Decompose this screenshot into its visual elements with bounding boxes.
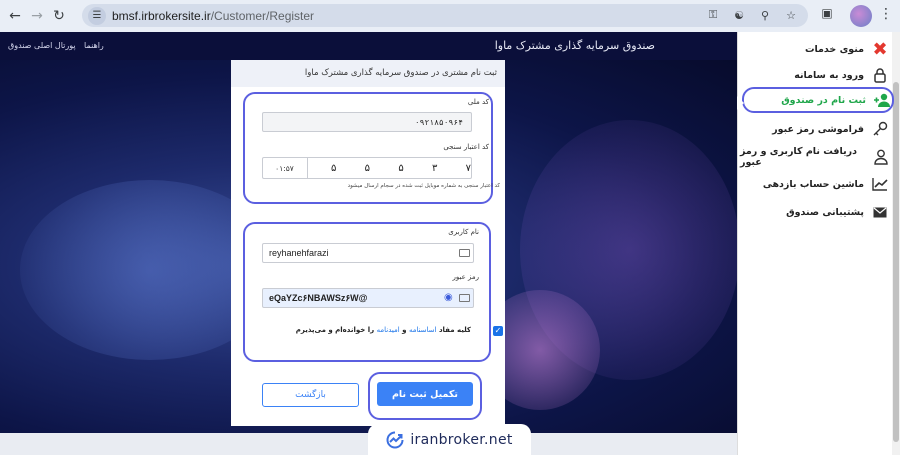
back-button[interactable]: بازگشت <box>262 383 359 407</box>
user-icon <box>872 147 890 167</box>
prospectus-link[interactable]: امیدنامه <box>377 326 400 334</box>
forward-arrow-icon[interactable]: → <box>26 5 48 27</box>
extensions-icon[interactable]: ▣ <box>818 6 836 24</box>
sidebar-item-get-credentials[interactable]: دریافت نام کاربری و رمز عبور <box>740 144 890 170</box>
password-input[interactable]: eQaYZc۶NBAWSz۶W@ <box>262 288 474 308</box>
watermark-badge: iranbroker.net <box>368 424 531 455</box>
browser-toolbar: ← → ↻ ☰ bmsf.irbrokersite.ir/Customer/Re… <box>0 0 900 32</box>
sidebar-item-support[interactable]: پشتیبانی صندوق <box>740 199 890 225</box>
national-code-field: ۰۹۲۱۸۵۰۹۶۴ <box>262 112 472 132</box>
sidebar-item-label: پشتیبانی صندوق <box>786 206 864 218</box>
keyboard-icon[interactable] <box>459 294 470 302</box>
agree-suffix: را خوانده‌ام و می‌پذیرم <box>295 326 375 334</box>
countdown-timer: ۰۱:۵۷ <box>262 157 308 179</box>
sidebar-item-label: ماشین حساب بازدهی <box>762 178 864 190</box>
show-password-icon[interactable]: ◉ <box>444 292 453 303</box>
bookmark-star-icon[interactable]: ☆ <box>782 6 800 24</box>
close-icon[interactable]: ✖ <box>870 39 890 60</box>
sidebar-item-label: فراموشی رمز عبور <box>772 123 864 135</box>
mail-icon <box>870 202 890 222</box>
key-icon <box>870 119 890 139</box>
charter-link[interactable]: اساسنامه <box>409 326 437 334</box>
sidebar-item-login[interactable]: ورود به سامانه <box>740 62 890 88</box>
verify-digit: ۷ <box>465 162 471 174</box>
sidebar-item-label: ثبت نام در صندوق <box>781 94 866 106</box>
password-value: eQaYZc۶NBAWSz۶W@ <box>269 292 368 303</box>
back-arrow-icon[interactable]: ← <box>4 5 26 27</box>
translate-icon[interactable]: ☯ <box>730 6 748 24</box>
watermark-text: iranbroker.net <box>410 431 513 448</box>
profile-avatar[interactable] <box>850 5 872 27</box>
portal-link[interactable]: پورتال اصلی صندوق <box>8 41 76 50</box>
lock-icon <box>870 65 890 85</box>
keyboard-icon[interactable] <box>459 249 470 257</box>
chart-icon <box>870 174 890 194</box>
service-sidebar: منوی خدمات ✖ ورود به سامانه ثبت نام در ص… <box>737 32 900 455</box>
submit-register-button[interactable]: تکمیل ثبت نام <box>377 382 473 406</box>
password-key-icon[interactable]: ⚿ <box>704 6 722 24</box>
site-info-icon[interactable]: ☰ <box>88 6 106 25</box>
agree-prefix: کلیه مفاد <box>438 326 471 334</box>
add-user-icon <box>872 90 892 110</box>
verify-code-digits: ۵ ۵ ۵ ۳ ۷ <box>331 157 471 179</box>
username-input[interactable]: reyhanehfarazi <box>262 243 474 263</box>
verify-digit: ۵ <box>331 162 337 174</box>
verify-code-label: کد اعتبار سنجی <box>443 143 489 151</box>
sidebar-item-label: دریافت نام کاربری و رمز عبور <box>740 146 857 168</box>
sidebar-item-register[interactable]: ثبت نام در صندوق <box>742 87 894 113</box>
agree-checkbox[interactable]: ✓ <box>493 326 503 336</box>
username-label: نام کاربری <box>448 228 479 236</box>
url-path: /Customer/Register <box>210 8 315 23</box>
reload-icon[interactable]: ↻ <box>48 5 70 27</box>
url-text: bmsf.irbrokersite.ir/Customer/Register <box>112 9 314 23</box>
verify-digit: ۵ <box>398 162 404 174</box>
agree-text: کلیه مفاد اساسنامه و امیدنامه را خوانده‌… <box>296 326 471 334</box>
browser-menu-icon[interactable]: ⋮ <box>878 6 894 24</box>
username-value: reyhanehfarazi <box>269 248 329 258</box>
site-header: پورتال اصلی صندوق راهنما صندوق سرمایه گذ… <box>0 32 737 60</box>
agree-and: و <box>402 326 407 334</box>
site-brand: صندوق سرمایه گذاری مشترک ماوا <box>494 39 655 52</box>
verify-code-hint: کد اعتبار سنجی به شماره موبایل ثبت شده د… <box>347 183 500 189</box>
active-item-caret <box>737 96 744 110</box>
sidebar-item-services-menu[interactable]: منوی خدمات ✖ <box>740 36 890 62</box>
national-code-value: ۰۹۲۱۸۵۰۹۶۴ <box>414 117 463 127</box>
register-form-card: ثبت نام مشتری در صندوق سرمایه گذاری مشتر… <box>231 60 505 426</box>
address-bar[interactable]: ☰ bmsf.irbrokersite.ir/Customer/Register… <box>82 4 808 27</box>
sidebar-item-return-calculator[interactable]: ماشین حساب بازدهی <box>740 171 890 197</box>
iranbroker-logo-icon <box>386 431 404 448</box>
help-link[interactable]: راهنما <box>84 41 104 50</box>
verify-digit: ۳ <box>431 162 438 174</box>
password-label: رمز عبور <box>452 273 479 281</box>
sidebar-item-label: ورود به سامانه <box>794 69 864 81</box>
sidebar-item-label: منوی خدمات <box>804 43 864 55</box>
url-host: bmsf.irbrokersite.ir <box>112 8 211 23</box>
form-title: ثبت نام مشتری در صندوق سرمایه گذاری مشتر… <box>231 60 505 87</box>
zoom-icon[interactable]: ⚲ <box>756 6 774 24</box>
sidebar-item-forgot-password[interactable]: فراموشی رمز عبور <box>740 116 890 142</box>
verify-digit: ۵ <box>364 162 371 174</box>
national-code-label: کد ملی <box>467 98 489 106</box>
